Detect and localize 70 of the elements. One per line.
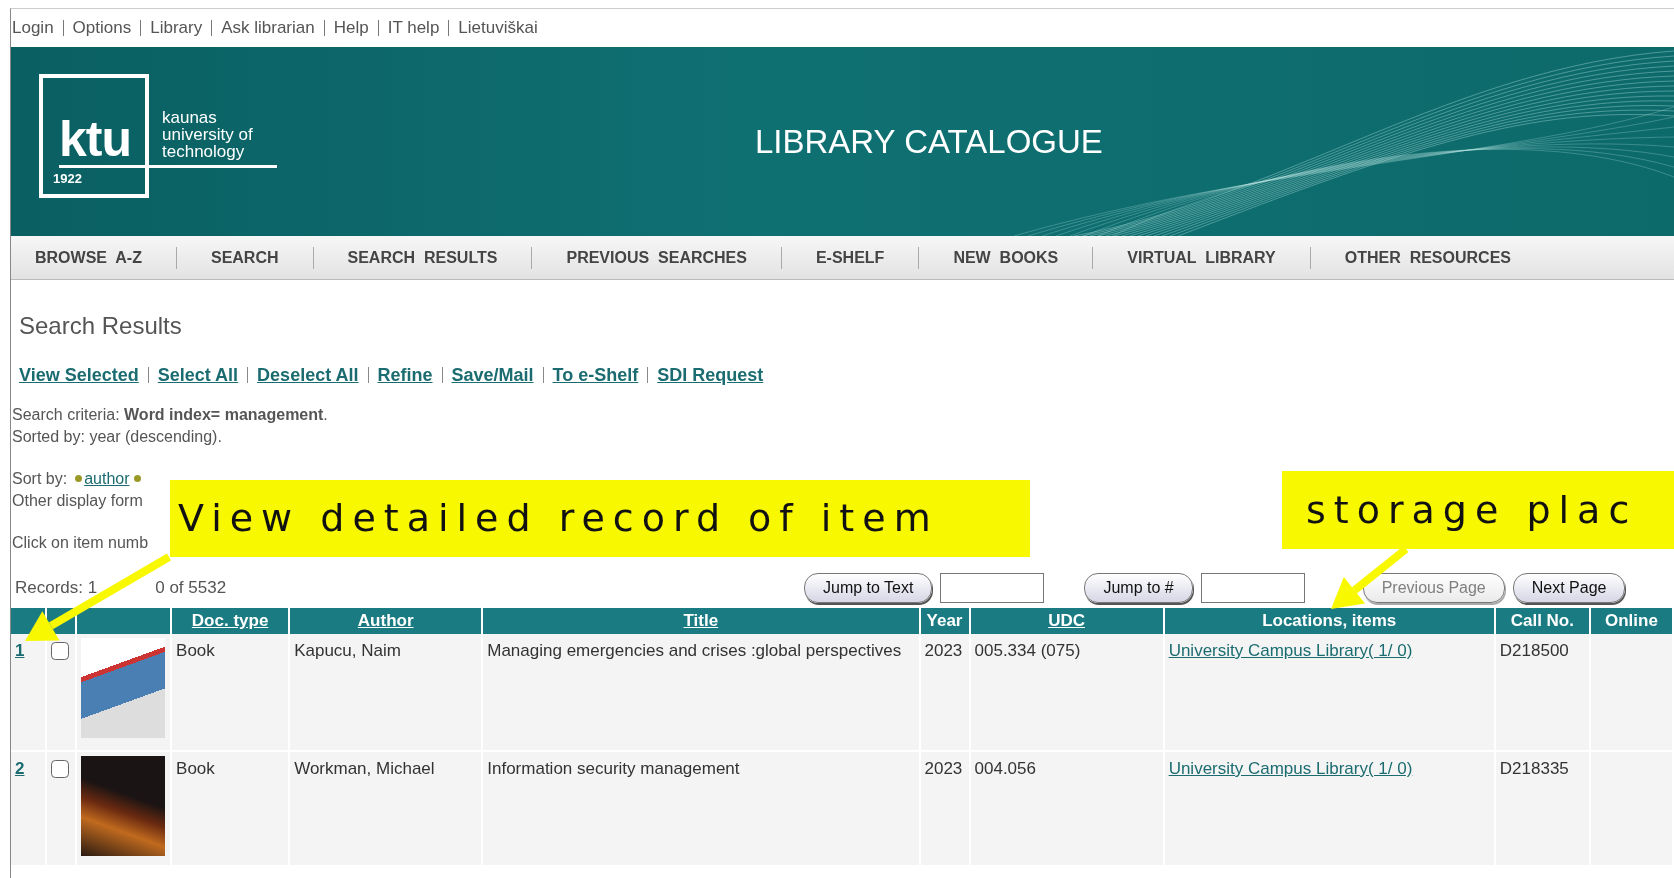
year-cell: 2023 xyxy=(919,751,970,866)
doc-type-cell: Book xyxy=(171,634,290,751)
university-name: kaunas university of technology xyxy=(162,109,253,160)
title-cell: Managing emergencies and crises :global perspectives xyxy=(482,634,920,751)
nav-link[interactable]: SEARCH xyxy=(210,245,279,270)
display-format-text: Other display form xyxy=(12,492,143,509)
top-link[interactable]: Login xyxy=(12,15,54,41)
sort-link[interactable]: author xyxy=(84,468,130,490)
sort-order-text: Sorted by: year (descending). xyxy=(12,428,222,445)
bullet-icon xyxy=(75,475,83,482)
top-link[interactable]: IT help xyxy=(387,15,440,41)
top-link[interactable]: Help xyxy=(333,15,369,41)
call-number-cell: D218500 xyxy=(1494,634,1590,751)
nav-link[interactable]: PREVIOUS SEARCHES xyxy=(566,245,747,270)
jump-button[interactable]: Jump to # xyxy=(1084,573,1193,603)
select-checkbox[interactable] xyxy=(51,760,69,778)
udc-cell: 004.056 xyxy=(969,751,1164,866)
callout-label: View detailed record of item xyxy=(170,480,1030,557)
top-link[interactable]: Ask librarian xyxy=(221,15,315,41)
search-criteria: Search criteria: Word index= management. xyxy=(12,406,328,423)
records-count: Records: 1 xyxy=(15,578,98,598)
book-cover-placeholder[interactable] xyxy=(81,638,166,738)
page-title: Search Results xyxy=(19,312,182,339)
logo-mark-text: ktu xyxy=(59,114,131,164)
action-link[interactable]: To e-Shelf xyxy=(552,361,639,389)
record-number-link[interactable]: 1 xyxy=(15,641,25,660)
nav-link[interactable]: NEW BOOKS xyxy=(953,245,1059,270)
action-link[interactable]: SDI Request xyxy=(657,361,764,389)
item-hint-text: Click on item numb xyxy=(12,534,149,551)
author-cell: Kapucu, Naim xyxy=(289,634,483,751)
jump-input-field[interactable] xyxy=(1200,573,1305,603)
column-sort-link[interactable]: UDC xyxy=(1048,611,1085,631)
author-cell: Workman, Michael xyxy=(289,751,483,866)
nav-link[interactable]: BROWSE A-Z xyxy=(35,245,142,270)
location-link[interactable]: University Campus Library( 1/ 0) xyxy=(1168,759,1413,778)
column-sort-link[interactable]: Title xyxy=(683,611,719,631)
action-link[interactable]: Select All xyxy=(157,361,239,389)
udc-cell: 005.334 (075) xyxy=(969,634,1164,751)
action-link[interactable]: Refine xyxy=(377,361,433,389)
title-cell: Information security management xyxy=(482,751,920,866)
call-number-cell: D218335 xyxy=(1494,751,1590,866)
catalogue-title: LIBRARY CATALOGUE xyxy=(755,122,1103,162)
column-header: Online xyxy=(1589,608,1673,634)
top-link[interactable]: Options xyxy=(72,15,132,41)
doc-type-cell: Book xyxy=(171,751,290,866)
nav-link[interactable]: VIRTUAL LIBRARY xyxy=(1127,245,1276,270)
book-cover-placeholder[interactable] xyxy=(81,756,166,856)
location-link[interactable]: University Campus Library( 1/ 0) xyxy=(1168,641,1413,660)
action-link[interactable]: Save/Mail xyxy=(451,361,534,389)
pager-button[interactable]: Next Page xyxy=(1512,573,1626,603)
jump-input-field[interactable] xyxy=(940,573,1045,603)
callout-label: storage plac xyxy=(1282,471,1674,549)
record-number-link[interactable]: 2 xyxy=(15,759,25,778)
sort-label: Sort by: xyxy=(12,469,68,489)
nav-link[interactable]: E-SHELF xyxy=(815,245,885,270)
top-link[interactable]: Lietuviškai xyxy=(458,15,538,41)
select-checkbox[interactable] xyxy=(51,642,69,660)
column-header: Year xyxy=(919,608,970,634)
nav-link[interactable]: SEARCH RESULTS xyxy=(347,245,498,270)
year-cell: 2023 xyxy=(919,634,970,751)
records-count: 0 of 5532 xyxy=(155,578,227,598)
action-link[interactable]: View Selected xyxy=(19,361,139,389)
column-header: Locations, items xyxy=(1163,608,1495,634)
jump-button[interactable]: Jump to Text xyxy=(804,573,933,603)
column-header: Call No. xyxy=(1494,608,1590,634)
action-link[interactable]: Deselect All xyxy=(257,361,359,389)
nav-link[interactable]: OTHER RESOURCES xyxy=(1344,245,1511,270)
logo-year: 1922 xyxy=(53,169,82,188)
top-link[interactable]: Library xyxy=(150,15,203,41)
bullet-icon xyxy=(133,475,141,482)
